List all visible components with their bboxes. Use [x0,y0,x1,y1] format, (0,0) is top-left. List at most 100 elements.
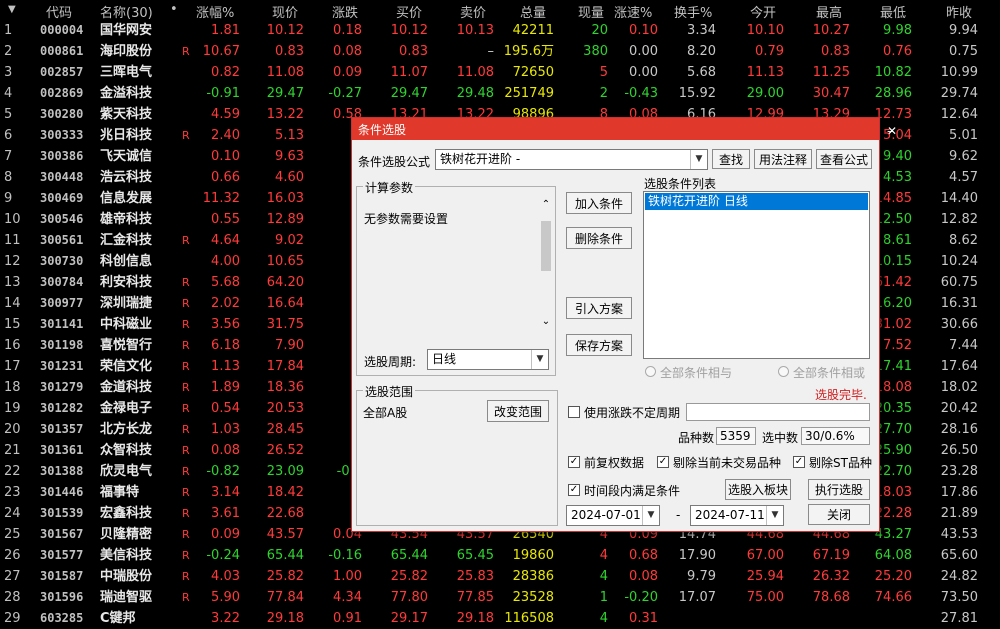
row-number: 11 [4,233,21,248]
radio-or[interactable] [778,366,789,377]
header-high[interactable]: 最高 [816,2,842,21]
period-input[interactable] [686,403,870,421]
scroll-thumb[interactable] [541,221,551,271]
header-prev-close[interactable]: 昨收 [946,2,972,21]
fq-checkbox[interactable]: ✓ [568,456,580,468]
cell-value: 4 [599,611,608,626]
row-number: 14 [4,296,21,311]
table-row[interactable]: 26 301577 美信科技 R -0.24 65.44 -0.16 65.44 65.45 19… [0,545,1000,566]
table-row[interactable]: 1 000004 国华网安 1.81 10.12 0.18 10.12 10.13 42211 2… [0,20,1000,41]
cell-value: 0.10 [629,23,658,38]
margin-flag: R [182,381,190,394]
scroll-down-icon[interactable]: ⌄ [539,316,553,327]
scroll-up-icon[interactable]: ⌃ [539,199,553,210]
date-to-select[interactable]: 2024-07-11 ▼ [690,505,784,526]
into-block-button[interactable]: 选股入板块 [725,479,791,500]
cell-value: 4.00 [211,254,240,269]
sort-arrow-icon[interactable]: ▼ [8,4,16,15]
header-volume[interactable]: 总量 [520,2,546,21]
header-dot: • [170,2,178,17]
stock-code: 301577 [40,548,84,562]
stock-name: C键邦 [100,611,136,626]
cell-value: 3.56 [211,317,240,332]
cell-value: 0.09 [333,65,362,80]
period-label: 选股周期: [364,355,417,369]
add-condition-button[interactable]: 加入条件 [566,192,632,214]
cell-value: 77.84 [266,590,304,605]
header-code[interactable]: 代码 [46,2,72,21]
del-st-checkbox[interactable]: ✓ [793,456,805,468]
params-scrollbar[interactable]: ⌃ ⌄ [539,199,553,327]
cell-value: 5.68 [687,65,716,80]
dialog-titlebar[interactable]: 条件选股 – ✕ [352,118,897,140]
import-plan-button[interactable]: 引入方案 [566,297,632,319]
chevron-down-icon[interactable]: ▼ [690,150,707,169]
cell-value: 0.00 [629,65,658,80]
header-change-pct[interactable]: 涨幅% [196,2,234,21]
date-separator: - [676,508,681,522]
cell-value: 29.74 [940,86,978,101]
stock-code: 301141 [40,317,84,331]
header-bid[interactable]: 买价 [396,2,422,21]
header-turnover[interactable]: 换手% [674,2,712,21]
cell-value: 25.20 [874,569,912,584]
cell-value: 72650 [512,65,554,80]
stock-code: 301539 [40,506,84,520]
cell-value: 14.40 [940,191,978,206]
count-value: 5359 [716,427,756,445]
period-select[interactable]: 日线 ▼ [427,349,549,370]
time-cond-checkbox[interactable]: ✓ [568,484,580,496]
cell-value: 29.47 [390,86,428,101]
table-row[interactable]: 4 002869 金溢科技 -0.91 29.47 -0.27 29.47 29.48 2517… [0,83,1000,104]
del-untraded-checkbox[interactable]: ✓ [657,456,669,468]
row-number: 7 [4,149,13,164]
cell-value: 10.67 [202,44,240,59]
cell-value: 75.00 [746,590,784,605]
stock-code: 301198 [40,338,84,352]
cell-value: 3.61 [211,506,240,521]
header-last-vol[interactable]: 现量 [578,2,604,21]
header-speed[interactable]: 涨速% [614,2,652,21]
header-change[interactable]: 涨跌 [332,2,358,21]
view-formula-button[interactable]: 查看公式 [816,149,872,169]
cell-value: 4.64 [211,233,240,248]
condition-list-item[interactable]: 铁树花开进阶 日线 [645,193,868,210]
cell-value: 4.03 [211,569,240,584]
header-low[interactable]: 最低 [880,2,906,21]
usage-button[interactable]: 用法注释 [754,149,812,169]
chevron-down-icon[interactable]: ▼ [531,350,548,369]
find-button[interactable]: 查找 [712,149,750,169]
table-row[interactable]: 27 301587 中瑞股份 R 4.03 25.82 1.00 25.82 25.83 2838… [0,566,1000,587]
radio-and[interactable] [645,366,656,377]
row-number: 4 [4,86,13,101]
cell-value: 0.68 [629,548,658,563]
header-ask[interactable]: 卖价 [460,2,486,21]
table-row[interactable]: 3 002857 三晖电气 0.82 11.08 0.09 11.07 11.08 72650 5… [0,62,1000,83]
cell-value: 28.16 [940,422,978,437]
close-icon[interactable]: ✕ [887,124,897,138]
header-open[interactable]: 今开 [750,2,776,21]
table-row[interactable]: 29 603285 C键邦 3.22 29.18 0.91 29.17 29.18 116508… [0,608,1000,629]
date-from-value: 2024-07-01 [571,508,641,522]
table-row[interactable]: 28 301596 瑞迪智驱 R 5.90 77.84 4.34 77.80 77.85 2352… [0,587,1000,608]
delete-condition-button[interactable]: 删除条件 [566,227,632,249]
radio-and-label: 全部条件相与 [660,366,733,380]
table-row[interactable]: 2 000861 海印股份 R 10.67 0.83 0.08 0.83 –195.6万 380 0… [0,41,1000,62]
use-period-checkbox[interactable] [568,406,580,418]
formula-select[interactable]: 铁树花开进阶 - ▼ [435,149,708,170]
condition-list[interactable]: 铁树花开进阶 日线 [643,191,870,359]
margin-flag: R [182,570,190,583]
stock-name: 北方长龙 [100,422,153,437]
cell-value: 64.20 [266,275,304,290]
header-name[interactable]: 名称(30) [100,2,153,21]
close-button[interactable]: 关闭 [808,504,870,525]
date-from-select[interactable]: 2024-07-01 ▼ [566,505,660,526]
run-pick-button[interactable]: 执行选股 [808,479,870,500]
chevron-down-icon[interactable]: ▼ [642,506,659,525]
save-plan-button[interactable]: 保存方案 [566,334,632,356]
header-price[interactable]: 现价 [272,2,298,21]
change-range-button[interactable]: 改变范围 [487,400,549,422]
cell-value: 20 [591,23,608,38]
chevron-down-icon[interactable]: ▼ [766,506,783,525]
cell-value: 29.47 [266,86,304,101]
